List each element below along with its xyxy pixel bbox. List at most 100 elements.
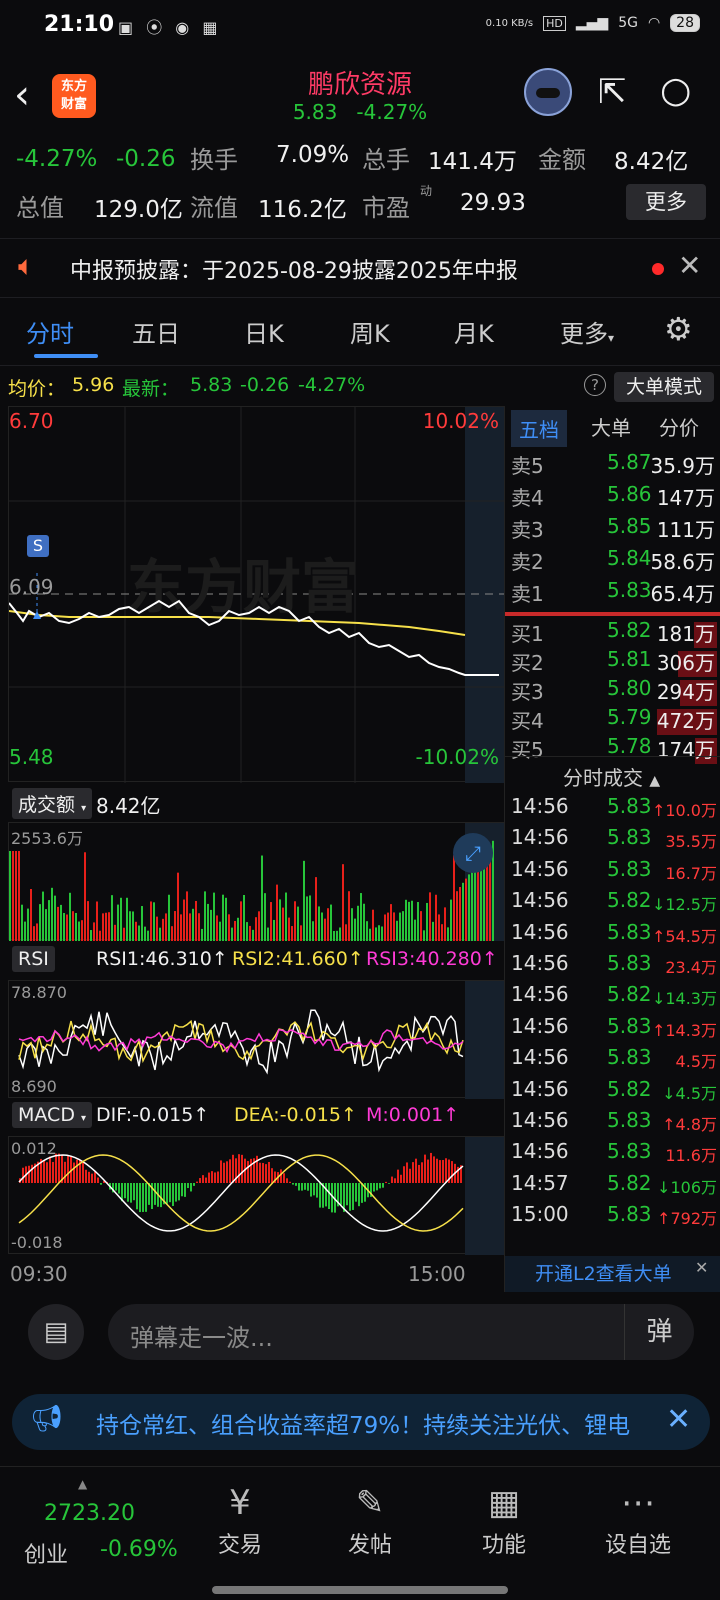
dif-value: DIF:-0.015↑: [96, 1104, 210, 1126]
avg-price-row: 均价： 5.96 最新： 5.83 -0.26 -4.27% ? 大单模式: [0, 368, 720, 404]
macd-selector[interactable]: MACD ▾: [12, 1102, 93, 1128]
tab-intraday[interactable]: 分时: [26, 314, 74, 349]
macd-bar: [436, 1158, 438, 1183]
latest-change: -0.26: [240, 374, 290, 396]
index-name[interactable]: 创业: [24, 1537, 68, 1569]
volume-chart[interactable]: 2553.6万 ⤢: [8, 822, 505, 941]
macd-bar: [433, 1156, 435, 1183]
tab-five-day[interactable]: 五日: [132, 314, 180, 349]
nav-post[interactable]: ✎ 发帖: [310, 1483, 430, 1559]
volume-bar: [444, 907, 446, 941]
danmu-input[interactable]: 弹幕走一波... 弹: [108, 1304, 694, 1360]
macd-bar: [82, 1161, 84, 1183]
macd-bar: [445, 1158, 447, 1183]
tab-weekly-k[interactable]: 周K: [350, 314, 390, 349]
macd-bar: [316, 1183, 318, 1198]
pe-value: 29.93: [460, 190, 526, 216]
close-icon[interactable]: ✕: [678, 249, 701, 282]
sell-level-row[interactable]: 卖1 5.83 65.4万: [511, 578, 717, 610]
notice-bar[interactable]: 🔈︎ 中报预披露：于2025-08-29披露2025年中报 ✕: [0, 238, 720, 298]
nav-functions[interactable]: ▦ 功能: [444, 1483, 564, 1559]
volume-bar: [147, 930, 149, 941]
rsi-selector[interactable]: RSI: [12, 946, 55, 972]
close-icon[interactable]: ✕: [695, 1258, 717, 1280]
tab-five-levels[interactable]: 五档: [511, 410, 567, 447]
tick-price: 5.82: [607, 888, 652, 913]
time-start: 09:30: [10, 1262, 68, 1286]
volume-bar: [126, 897, 128, 941]
tab-price-dist[interactable]: 分价: [659, 412, 699, 441]
macd-bar: [130, 1183, 132, 1203]
tab-monthly-k[interactable]: 月K: [454, 314, 494, 349]
nav-trade[interactable]: ¥ 交易: [180, 1483, 300, 1559]
macd-bar: [139, 1183, 141, 1213]
sell-level-row[interactable]: 卖4 5.86 147万: [511, 482, 717, 514]
volume-bar: [303, 860, 305, 941]
index-value[interactable]: 2723.20: [44, 1501, 135, 1526]
tick-row: 14:56 5.83 11.6万: [511, 1139, 720, 1171]
signal-marker[interactable]: S: [27, 535, 49, 557]
tick-header[interactable]: 分时成交 ▲: [563, 762, 660, 791]
volume-total: 8.42亿: [96, 794, 161, 818]
volume-selector[interactable]: 成交额 ▾: [12, 788, 93, 819]
macd-bar: [397, 1169, 399, 1183]
macd-chart[interactable]: 0.012 -0.018: [8, 1136, 505, 1255]
home-indicator[interactable]: [212, 1586, 508, 1594]
macd-header: MACD ▾ DIF:-0.015↑ DEA:-0.015↑ M:0.001↑: [8, 1100, 504, 1134]
volume-bar: [180, 914, 182, 941]
rsi-chart[interactable]: 78.870 8.690: [8, 980, 505, 1099]
system-icons: 0.10 KB/s HD ▂▄▆ 5G ◠ 28: [486, 14, 700, 32]
volume-bar: [288, 917, 290, 941]
tab-more[interactable]: 更多▾: [560, 314, 614, 349]
volume-bar: [60, 904, 62, 941]
volume-bar: [69, 892, 71, 941]
buy-level-row[interactable]: 买2 5.81 306万: [511, 647, 717, 679]
expand-icon[interactable]: ⤢: [453, 833, 493, 873]
search-icon[interactable]: ○: [660, 70, 691, 111]
ai-assistant-icon[interactable]: [524, 68, 572, 116]
macd-bar: [292, 1183, 294, 1185]
close-icon[interactable]: ✕: [666, 1402, 691, 1437]
mktcap-label: 总值: [16, 194, 64, 222]
volume-bar: [117, 904, 119, 941]
macd-bar: [58, 1153, 60, 1183]
sell-level-row[interactable]: 卖3 5.85 111万: [511, 514, 717, 546]
volume-bar: [186, 891, 188, 941]
more-button[interactable]: 更多: [626, 184, 706, 220]
buy-level-row[interactable]: 买1 5.82 181万: [511, 618, 717, 650]
volume-bar: [396, 920, 398, 941]
volume-bar: [300, 925, 302, 941]
price-chart[interactable]: 东方财富 S 6.70 10.02% 6.09 5.48 -10.02%: [8, 406, 505, 783]
l2-link[interactable]: 开通L2查看大单: [505, 1256, 720, 1292]
buy-level-row[interactable]: 买4 5.79 472万: [511, 705, 717, 737]
macd-bar: [175, 1183, 177, 1202]
turnover-value: 7.09%: [276, 142, 350, 168]
gear-icon[interactable]: ⚙: [664, 310, 693, 348]
share-icon[interactable]: ⇱: [598, 72, 627, 112]
promo-banner[interactable]: 📢︎ 持仓常红、组合收益率超79%！持续关注光伏、锂电 ✕: [12, 1394, 710, 1450]
level-label: 卖4: [511, 486, 544, 510]
volume-bar: [48, 900, 50, 941]
notice-text[interactable]: 中报预披露：于2025-08-29披露2025年中报: [70, 253, 518, 285]
nav-add-watchlist[interactable]: ⋯ 设自选: [578, 1483, 698, 1559]
help-icon[interactable]: ?: [584, 374, 606, 396]
macd-bar: [49, 1156, 51, 1183]
volume-bar: [390, 904, 392, 941]
volume-bar: [120, 897, 122, 941]
tab-daily-k[interactable]: 日K: [244, 314, 284, 349]
sell-level-row[interactable]: 卖5 5.87 35.9万: [511, 450, 717, 482]
buy-level-row[interactable]: 买3 5.80 294万: [511, 676, 717, 708]
promo-text[interactable]: 持仓常红、组合收益率超79%！持续关注光伏、锂电: [96, 1406, 656, 1440]
sell-level-row[interactable]: 卖2 5.84 58.6万: [511, 546, 717, 578]
volume-bar: [129, 911, 131, 941]
tick-price: 5.83: [607, 951, 652, 975]
big-order-mode-button[interactable]: 大单模式: [614, 372, 714, 402]
macd-bar: [205, 1177, 207, 1183]
index-change[interactable]: -0.69%: [100, 1537, 178, 1562]
volume-bar: [87, 901, 89, 941]
tick-time: 14:56: [511, 982, 569, 1007]
macd-bar: [88, 1171, 90, 1183]
tab-big-orders[interactable]: 大单: [591, 412, 631, 441]
danmu-settings-icon[interactable]: ▤: [28, 1304, 84, 1360]
danmu-toggle-button[interactable]: 弹: [624, 1304, 694, 1360]
